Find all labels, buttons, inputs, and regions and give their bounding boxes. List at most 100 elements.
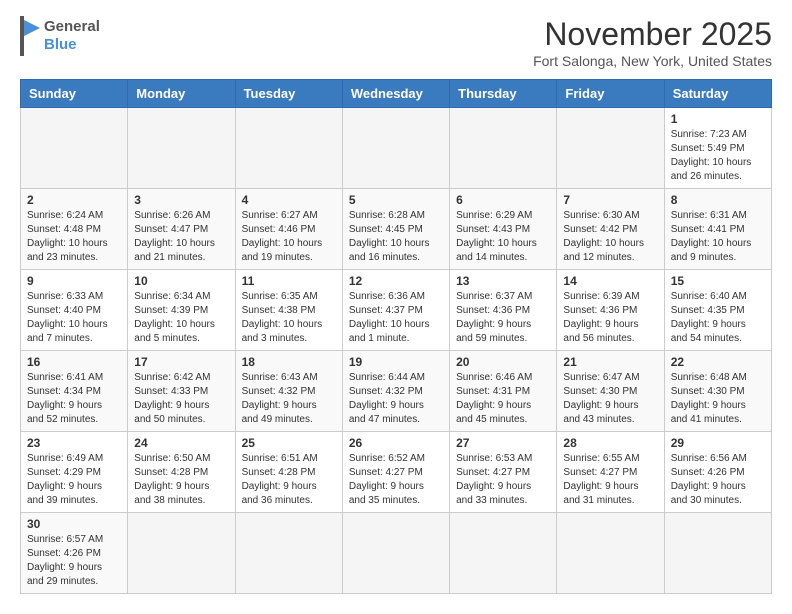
calendar-cell: 27 Sunrise: 6:53 AM Sunset: 4:27 PM Dayli… <box>450 432 557 513</box>
day-info: Sunrise: 6:28 AM Sunset: 4:45 PM Dayligh… <box>349 209 443 265</box>
calendar-cell: 11 Sunrise: 6:35 AM Sunset: 4:38 PM Dayli… <box>235 270 342 351</box>
location: Fort Salonga, New York, United States <box>533 53 772 69</box>
calendar-cell <box>664 513 771 594</box>
day-number: 30 <box>27 517 121 531</box>
day-number: 10 <box>134 274 228 288</box>
day-number: 5 <box>349 193 443 207</box>
logo-blue: Blue <box>44 36 100 54</box>
day-number: 2 <box>27 193 121 207</box>
day-info: Sunrise: 6:24 AM Sunset: 4:48 PM Dayligh… <box>27 209 121 265</box>
calendar-cell <box>21 108 128 189</box>
logo-text: General Blue <box>44 18 100 54</box>
weekday-header-row: SundayMondayTuesdayWednesdayThursdayFrid… <box>21 80 772 108</box>
calendar-cell <box>450 108 557 189</box>
day-number: 24 <box>134 436 228 450</box>
calendar-cell: 5 Sunrise: 6:28 AM Sunset: 4:45 PM Daylig… <box>342 189 449 270</box>
day-number: 15 <box>671 274 765 288</box>
weekday-saturday: Saturday <box>664 80 771 108</box>
calendar-cell: 2 Sunrise: 6:24 AM Sunset: 4:48 PM Daylig… <box>21 189 128 270</box>
calendar-cell <box>128 513 235 594</box>
day-info: Sunrise: 6:34 AM Sunset: 4:39 PM Dayligh… <box>134 290 228 346</box>
day-number: 20 <box>456 355 550 369</box>
title-block: November 2025 Fort Salonga, New York, Un… <box>533 16 772 69</box>
day-number: 3 <box>134 193 228 207</box>
calendar-cell <box>450 513 557 594</box>
calendar-cell: 21 Sunrise: 6:47 AM Sunset: 4:30 PM Dayli… <box>557 351 664 432</box>
day-info: Sunrise: 6:41 AM Sunset: 4:34 PM Dayligh… <box>27 371 121 427</box>
calendar-cell <box>342 108 449 189</box>
day-number: 22 <box>671 355 765 369</box>
week-row-4: 16Sunrise: 6:41 AM Sunset: 4:34 PM Dayli… <box>21 351 772 432</box>
calendar-cell: 28Sunrise: 6:55 AM Sunset: 4:27 PM Dayli… <box>557 432 664 513</box>
day-number: 25 <box>242 436 336 450</box>
day-info: Sunrise: 6:30 AM Sunset: 4:42 PM Dayligh… <box>563 209 657 265</box>
week-row-3: 9 Sunrise: 6:33 AM Sunset: 4:40 PM Daylig… <box>21 270 772 351</box>
day-info: Sunrise: 6:37 AM Sunset: 4:36 PM Dayligh… <box>456 290 550 346</box>
week-row-6: 30 Sunrise: 6:57 AM Sunset: 4:26 PM Dayli… <box>21 513 772 594</box>
page: General Blue November 2025 Fort Salonga,… <box>0 0 792 614</box>
week-row-1: 1Sunrise: 7:23 AM Sunset: 5:49 PM Daylig… <box>21 108 772 189</box>
day-info: Sunrise: 6:36 AM Sunset: 4:37 PM Dayligh… <box>349 290 443 346</box>
calendar-cell: 26Sunrise: 6:52 AM Sunset: 4:27 PM Dayli… <box>342 432 449 513</box>
calendar-cell: 4Sunrise: 6:27 AM Sunset: 4:46 PM Daylig… <box>235 189 342 270</box>
day-number: 13 <box>456 274 550 288</box>
day-info: Sunrise: 6:42 AM Sunset: 4:33 PM Dayligh… <box>134 371 228 427</box>
month-title: November 2025 <box>533 16 772 53</box>
calendar: SundayMondayTuesdayWednesdayThursdayFrid… <box>20 79 772 594</box>
day-number: 19 <box>349 355 443 369</box>
calendar-cell: 6 Sunrise: 6:29 AM Sunset: 4:43 PM Daylig… <box>450 189 557 270</box>
day-info: Sunrise: 6:50 AM Sunset: 4:28 PM Dayligh… <box>134 452 228 508</box>
day-number: 11 <box>242 274 336 288</box>
day-number: 9 <box>27 274 121 288</box>
day-number: 12 <box>349 274 443 288</box>
day-number: 27 <box>456 436 550 450</box>
day-info: Sunrise: 6:27 AM Sunset: 4:46 PM Dayligh… <box>242 209 336 265</box>
calendar-cell: 24 Sunrise: 6:50 AM Sunset: 4:28 PM Dayli… <box>128 432 235 513</box>
day-number: 17 <box>134 355 228 369</box>
calendar-cell: 7 Sunrise: 6:30 AM Sunset: 4:42 PM Daylig… <box>557 189 664 270</box>
calendar-cell <box>557 108 664 189</box>
day-info: Sunrise: 6:29 AM Sunset: 4:43 PM Dayligh… <box>456 209 550 265</box>
day-number: 6 <box>456 193 550 207</box>
day-info: Sunrise: 6:51 AM Sunset: 4:28 PM Dayligh… <box>242 452 336 508</box>
calendar-cell: 23Sunrise: 6:49 AM Sunset: 4:29 PM Dayli… <box>21 432 128 513</box>
day-number: 18 <box>242 355 336 369</box>
day-number: 7 <box>563 193 657 207</box>
logo-container: General Blue <box>20 16 100 56</box>
day-info: Sunrise: 6:57 AM Sunset: 4:26 PM Dayligh… <box>27 533 121 589</box>
day-number: 21 <box>563 355 657 369</box>
day-info: Sunrise: 6:39 AM Sunset: 4:36 PM Dayligh… <box>563 290 657 346</box>
day-info: Sunrise: 6:33 AM Sunset: 4:40 PM Dayligh… <box>27 290 121 346</box>
calendar-cell: 19Sunrise: 6:44 AM Sunset: 4:32 PM Dayli… <box>342 351 449 432</box>
day-info: Sunrise: 6:35 AM Sunset: 4:38 PM Dayligh… <box>242 290 336 346</box>
calendar-cell: 30 Sunrise: 6:57 AM Sunset: 4:26 PM Dayli… <box>21 513 128 594</box>
day-info: Sunrise: 6:40 AM Sunset: 4:35 PM Dayligh… <box>671 290 765 346</box>
day-info: Sunrise: 6:53 AM Sunset: 4:27 PM Dayligh… <box>456 452 550 508</box>
day-info: Sunrise: 6:49 AM Sunset: 4:29 PM Dayligh… <box>27 452 121 508</box>
day-info: Sunrise: 6:56 AM Sunset: 4:26 PM Dayligh… <box>671 452 765 508</box>
weekday-tuesday: Tuesday <box>235 80 342 108</box>
weekday-friday: Friday <box>557 80 664 108</box>
calendar-cell <box>342 513 449 594</box>
weekday-monday: Monday <box>128 80 235 108</box>
day-number: 14 <box>563 274 657 288</box>
header: General Blue November 2025 Fort Salonga,… <box>20 16 772 69</box>
calendar-cell <box>235 513 342 594</box>
calendar-cell <box>128 108 235 189</box>
calendar-cell <box>557 513 664 594</box>
calendar-cell: 8Sunrise: 6:31 AM Sunset: 4:41 PM Daylig… <box>664 189 771 270</box>
day-info: Sunrise: 6:43 AM Sunset: 4:32 PM Dayligh… <box>242 371 336 427</box>
logo: General Blue <box>20 16 100 56</box>
day-info: Sunrise: 6:47 AM Sunset: 4:30 PM Dayligh… <box>563 371 657 427</box>
calendar-cell: 3Sunrise: 6:26 AM Sunset: 4:47 PM Daylig… <box>128 189 235 270</box>
day-number: 29 <box>671 436 765 450</box>
day-info: Sunrise: 6:31 AM Sunset: 4:41 PM Dayligh… <box>671 209 765 265</box>
calendar-cell: 29 Sunrise: 6:56 AM Sunset: 4:26 PM Dayli… <box>664 432 771 513</box>
calendar-cell: 14 Sunrise: 6:39 AM Sunset: 4:36 PM Dayli… <box>557 270 664 351</box>
calendar-cell: 10 Sunrise: 6:34 AM Sunset: 4:39 PM Dayli… <box>128 270 235 351</box>
day-info: Sunrise: 6:46 AM Sunset: 4:31 PM Dayligh… <box>456 371 550 427</box>
day-info: Sunrise: 6:48 AM Sunset: 4:30 PM Dayligh… <box>671 371 765 427</box>
calendar-cell: 25 Sunrise: 6:51 AM Sunset: 4:28 PM Dayli… <box>235 432 342 513</box>
calendar-cell: 18 Sunrise: 6:43 AM Sunset: 4:32 PM Dayli… <box>235 351 342 432</box>
weekday-thursday: Thursday <box>450 80 557 108</box>
